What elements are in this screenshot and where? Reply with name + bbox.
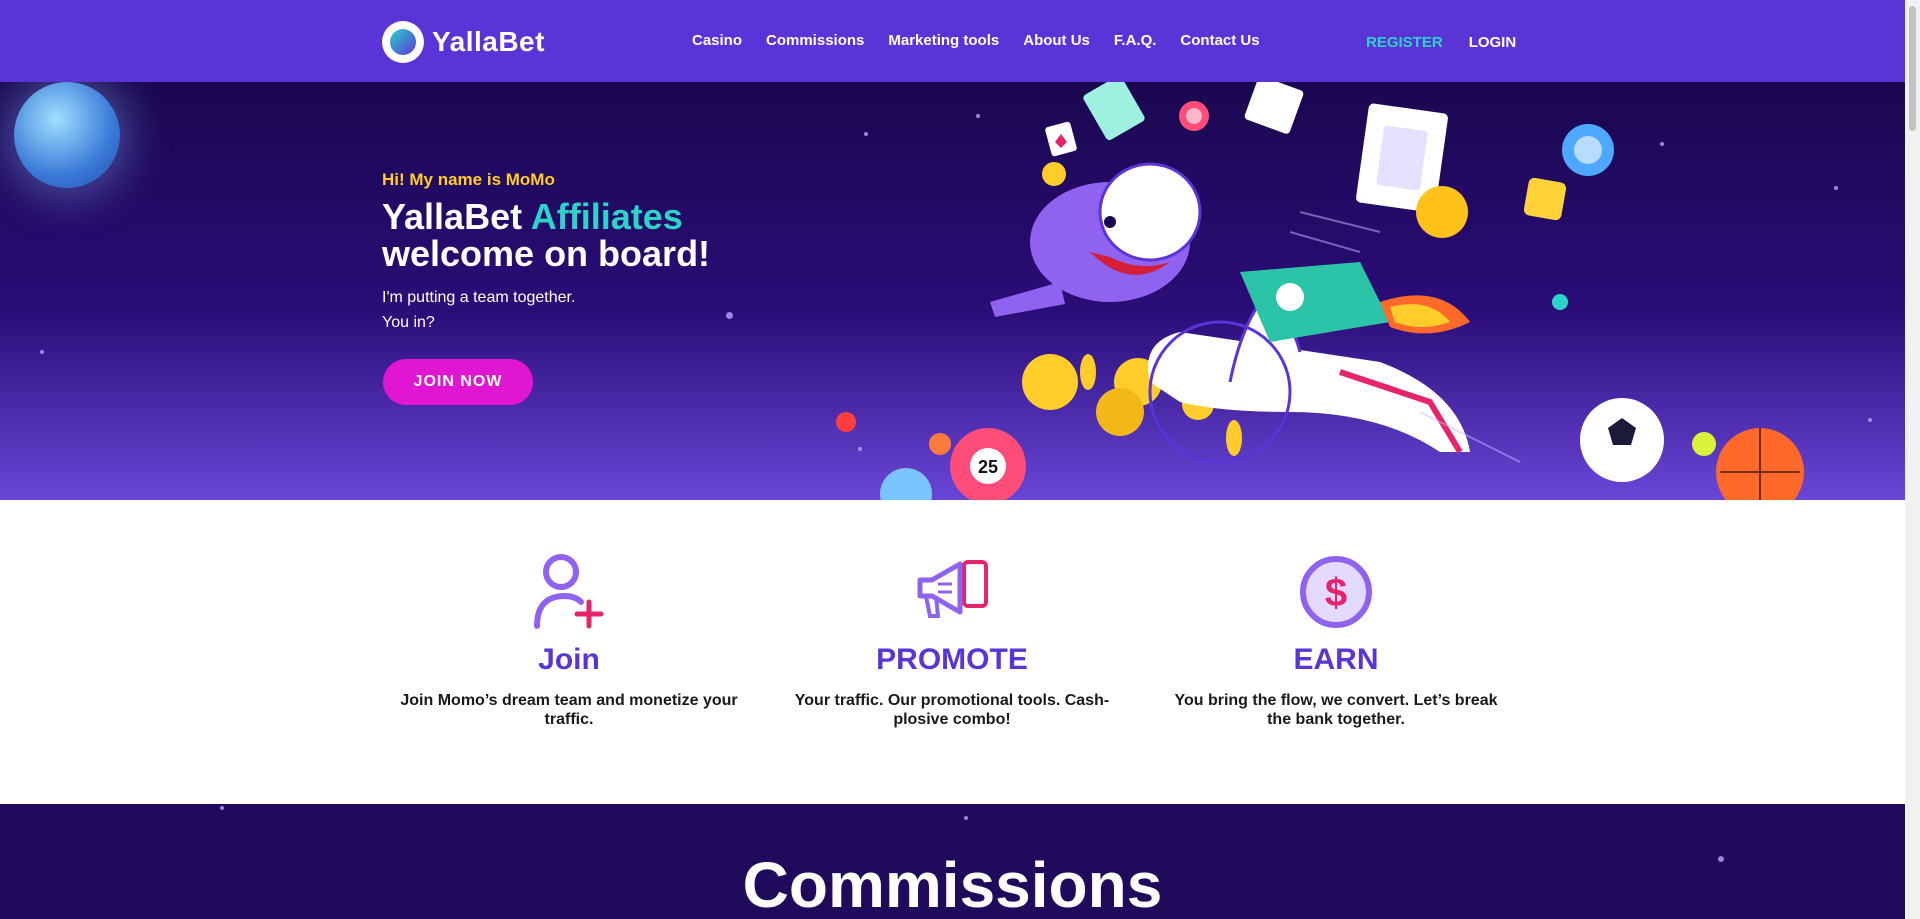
step-join: Join Join Momo’s dream team and monetize… [399,552,739,729]
login-link[interactable]: LOGIN [1469,34,1517,51]
step-text: Your traffic. Our promotional tools. Cas… [794,692,1110,728]
megaphone-icon [917,560,988,618]
hero-text: I'm putting a team together. You in? [382,285,575,335]
auth-links: REGISTER LOGIN [1366,34,1516,51]
hero-text-line1: I'm putting a team together. [382,289,576,306]
star [220,806,224,810]
star [1834,186,1838,190]
logo[interactable]: YallaBet [382,21,545,63]
page: YallaBet Casino Commissions Marketing to… [0,0,1905,919]
hero-title-part1: YallaBet [382,196,531,237]
commissions-section: Commissions [0,804,1905,919]
step-earn: $ EARN You bring the flow, we convert. L… [1166,552,1506,729]
step-text: You bring the flow, we convert. Let’s br… [1174,692,1498,728]
hero-title-accent: Affiliates [530,196,683,237]
svg-text:25: 25 [978,457,998,477]
hero-title-part2: welcome on board! [382,233,711,274]
nav-about-us[interactable]: About Us [1023,32,1090,49]
logo-text: YallaBet [432,26,545,57]
hero-section: Hi! My name is MoMo YallaBet Affiliates … [0,82,1905,500]
register-link[interactable]: REGISTER [1366,34,1443,51]
step-text: Join Momo’s dream team and monetize your… [400,692,738,728]
dollar-icon: $ [1300,556,1372,628]
star [1868,418,1872,422]
steps-section: Join Join Momo’s dream team and monetize… [0,500,1905,804]
page-scrollbar[interactable] [1905,0,1920,919]
planet-illustration [14,82,120,188]
star [40,350,44,354]
nav-faq[interactable]: F.A.Q. [1114,32,1157,49]
nav-contact-us[interactable]: Contact Us [1180,32,1259,49]
hero-subtitle: Hi! My name is MoMo [382,170,555,189]
main-nav: Casino Commissions Marketing tools About… [692,32,1260,49]
star [964,816,968,820]
nav-marketing-tools[interactable]: Marketing tools [888,32,999,49]
scrollbar-thumb[interactable] [1909,6,1916,131]
hero-title: YallaBet Affiliates welcome on board! [382,198,710,272]
step-promote: PROMOTE Your traffic. Our promotional to… [782,552,1122,729]
add-user-icon [534,554,604,629]
step-title: Join [538,643,600,676]
commissions-title: Commissions [742,849,1163,919]
nav-commissions[interactable]: Commissions [766,32,864,49]
logo-icon [382,21,424,63]
step-title: EARN [1293,643,1379,676]
site-header: YallaBet Casino Commissions Marketing to… [0,0,1905,82]
svg-text:$: $ [1325,571,1347,615]
mascot-illustration: 25 [836,82,1804,500]
nav-casino[interactable]: Casino [692,32,742,49]
step-title: PROMOTE [876,643,1028,676]
hero-text-line2: You in? [382,314,435,331]
join-now-button[interactable]: JOIN NOW [383,359,533,405]
star [726,312,733,319]
